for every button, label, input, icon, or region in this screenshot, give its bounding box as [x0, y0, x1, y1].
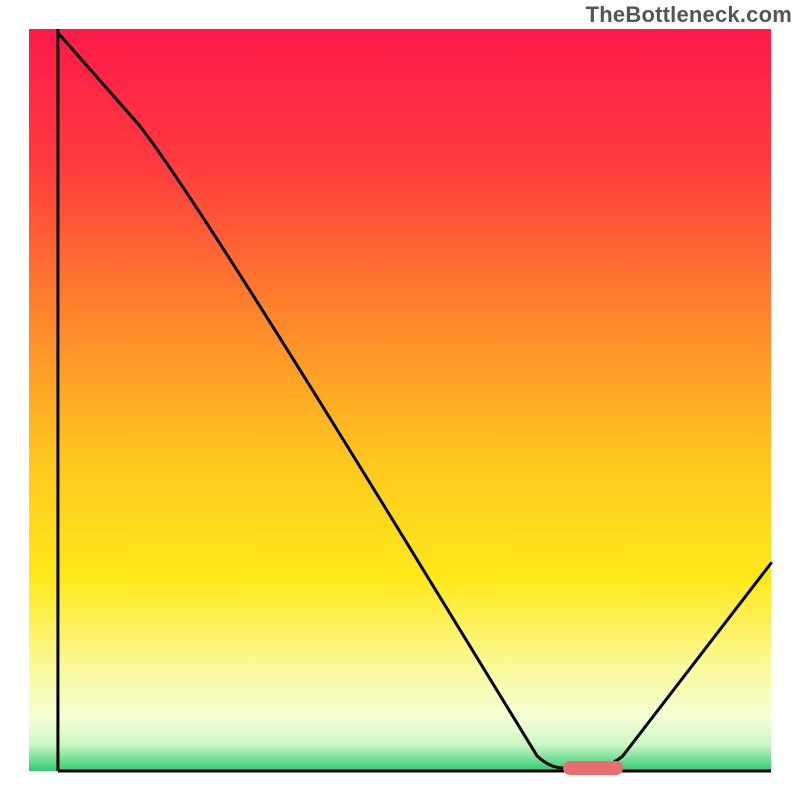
bottleneck-chart: [0, 0, 800, 800]
optimal-range-marker: [563, 761, 622, 775]
gradient-background: [29, 29, 771, 771]
chart-canvas: TheBottleneck.com: [0, 0, 800, 800]
